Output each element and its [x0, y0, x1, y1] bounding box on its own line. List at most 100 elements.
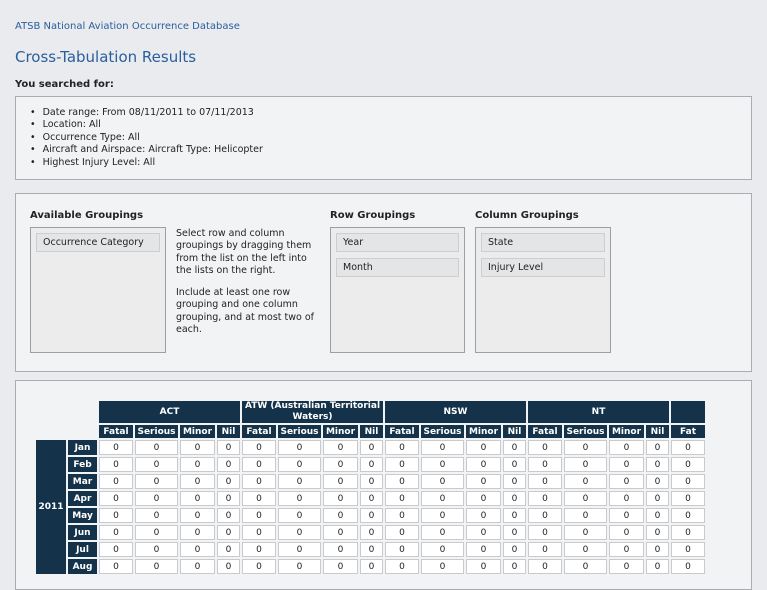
table-cell: 0	[242, 508, 276, 523]
table-cell: 0	[360, 542, 383, 557]
column-groupings-list[interactable]: State Injury Level	[475, 227, 611, 353]
table-cell: 0	[421, 525, 464, 540]
grouping-chip-year[interactable]: Year	[336, 233, 459, 252]
instruction-text: Select row and column groupings by dragg…	[176, 228, 312, 276]
table-cell: 0	[135, 525, 178, 540]
table-row: Mar 0 0 0 0 0 0 0 0 0 0 0 0 0 0 0 0 0	[36, 474, 705, 489]
table-cell: 0	[503, 525, 526, 540]
table-cell: 0	[609, 542, 644, 557]
table-cell: 0	[135, 542, 178, 557]
month-header: Mar	[68, 474, 97, 489]
results-panel: ACT ATW (Australian Territorial Waters) …	[15, 380, 752, 590]
month-header: Apr	[68, 491, 97, 506]
breadcrumb-link[interactable]: ATSB National Aviation Occurrence Databa…	[15, 21, 240, 32]
table-cell: 0	[217, 474, 240, 489]
table-cell: 0	[671, 474, 705, 489]
table-cell: 0	[466, 457, 501, 472]
table-cell: 0	[99, 457, 133, 472]
table-cell: 0	[180, 491, 215, 506]
table-cell: 0	[323, 440, 358, 455]
year-header: 2011	[36, 440, 66, 574]
table-cell: 0	[360, 508, 383, 523]
table-cell: 0	[217, 457, 240, 472]
table-cell: 0	[564, 440, 607, 455]
table-cell: 0	[564, 559, 607, 574]
table-cell: 0	[646, 474, 669, 489]
table-cell: 0	[135, 559, 178, 574]
search-criteria-panel: Date range: From 08/11/2011 to 07/11/201…	[15, 96, 752, 180]
table-cell: 0	[421, 508, 464, 523]
grouping-chip-occurrence-category[interactable]: Occurrence Category	[36, 233, 160, 252]
table-cell: 0	[217, 542, 240, 557]
table-cell: 0	[466, 559, 501, 574]
table-cell: 0	[278, 457, 321, 472]
table-cell: 0	[503, 457, 526, 472]
table-cell: 0	[503, 508, 526, 523]
injury-level-header: Nil	[360, 425, 383, 438]
table-cell: 0	[385, 491, 419, 506]
table-cell: 0	[528, 457, 562, 472]
table-cell: 0	[646, 491, 669, 506]
table-cell: 0	[421, 542, 464, 557]
table-cell: 0	[135, 491, 178, 506]
injury-level-header: Fatal	[242, 425, 276, 438]
table-cell: 0	[385, 440, 419, 455]
table-cell: 0	[528, 508, 562, 523]
available-groupings-list[interactable]: Occurrence Category	[30, 227, 166, 353]
table-cell: 0	[466, 542, 501, 557]
table-cell: 0	[217, 559, 240, 574]
table-cell: 0	[528, 491, 562, 506]
table-cell: 0	[360, 440, 383, 455]
page-title: Cross-Tabulation Results	[15, 48, 197, 66]
table-cell: 0	[646, 525, 669, 540]
table-cell: 0	[278, 491, 321, 506]
table-cell: 0	[323, 474, 358, 489]
table-cell: 0	[360, 559, 383, 574]
row-groupings-list[interactable]: Year Month	[330, 227, 465, 353]
table-cell: 0	[385, 474, 419, 489]
grouping-chip-injury-level[interactable]: Injury Level	[481, 258, 605, 277]
table-cell: 0	[180, 440, 215, 455]
table-cell: 0	[323, 491, 358, 506]
table-cell: 0	[466, 525, 501, 540]
criteria-item: Location: All	[30, 119, 263, 131]
state-header-act: ACT	[99, 401, 240, 423]
available-groupings-heading: Available Groupings	[30, 210, 144, 221]
instruction-text: Include at least one row grouping and on…	[176, 287, 315, 336]
table-cell: 0	[180, 508, 215, 523]
table-row: Feb 0 0 0 0 0 0 0 0 0 0 0 0 0 0 0 0 0	[36, 457, 705, 472]
table-row: May 0 0 0 0 0 0 0 0 0 0 0 0 0 0 0 0 0	[36, 508, 705, 523]
search-summary-label: You searched for:	[15, 79, 114, 90]
table-cell: 0	[503, 491, 526, 506]
table-cell: 0	[360, 457, 383, 472]
table-cell: 0	[671, 525, 705, 540]
table-cell: 0	[609, 508, 644, 523]
grouping-chip-month[interactable]: Month	[336, 258, 459, 277]
grouping-chip-state[interactable]: State	[481, 233, 605, 252]
table-cell: 0	[646, 440, 669, 455]
table-cell: 0	[360, 491, 383, 506]
table-cell: 0	[671, 491, 705, 506]
table-row: Jun 0 0 0 0 0 0 0 0 0 0 0 0 0 0 0 0 0	[36, 525, 705, 540]
table-cell: 0	[278, 508, 321, 523]
table-cell: 0	[278, 559, 321, 574]
table-row: Apr 0 0 0 0 0 0 0 0 0 0 0 0 0 0 0 0 0	[36, 491, 705, 506]
criteria-item: Date range: From 08/11/2011 to 07/11/201…	[30, 107, 263, 119]
table-cell: 0	[421, 559, 464, 574]
table-cell: 0	[242, 457, 276, 472]
table-cell: 0	[135, 440, 178, 455]
criteria-item: Aircraft and Airspace: Aircraft Type: He…	[30, 144, 263, 156]
table-cell: 0	[646, 457, 669, 472]
table-row: Aug 0 0 0 0 0 0 0 0 0 0 0 0 0 0 0 0 0	[36, 559, 705, 574]
table-cell: 0	[528, 559, 562, 574]
table-cell: 0	[609, 491, 644, 506]
table-cell: 0	[528, 440, 562, 455]
table-cell: 0	[609, 474, 644, 489]
month-header: Aug	[68, 559, 97, 574]
table-cell: 0	[278, 525, 321, 540]
state-header-partial	[671, 401, 705, 423]
table-cell: 0	[671, 559, 705, 574]
table-cell: 0	[242, 491, 276, 506]
state-header-nt: NT	[528, 401, 669, 423]
injury-level-header: Nil	[503, 425, 526, 438]
